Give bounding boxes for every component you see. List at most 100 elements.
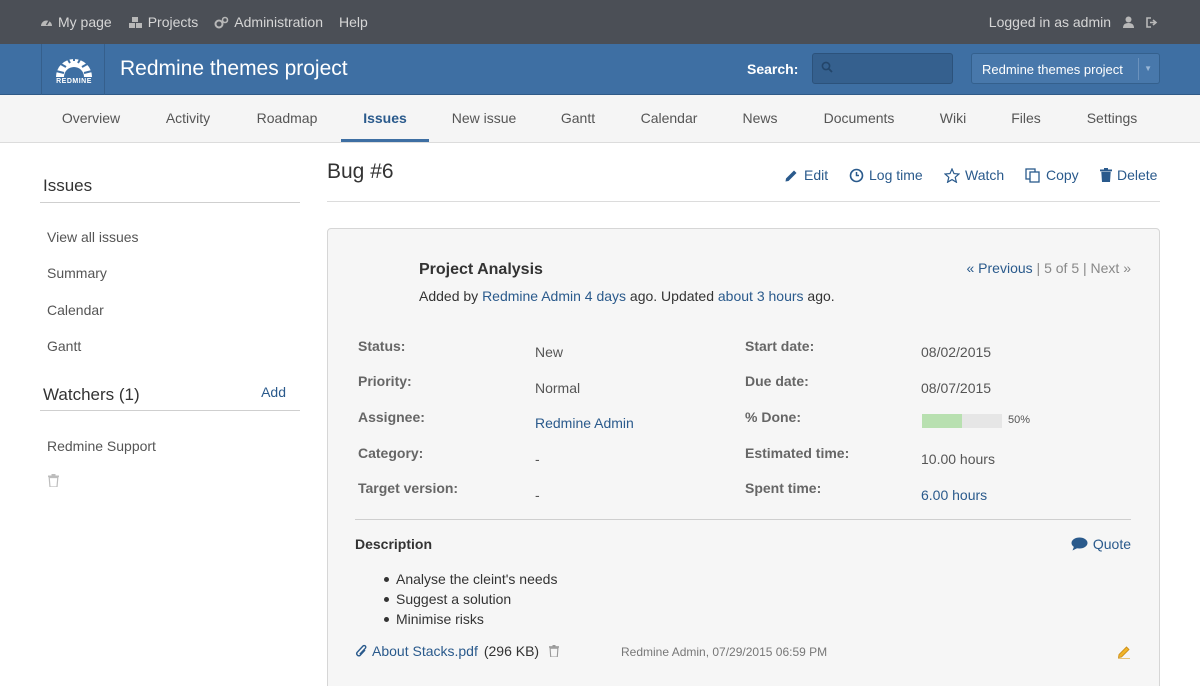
delete-label: Delete: [1117, 167, 1158, 183]
pencil-icon: [785, 170, 797, 181]
tab-roadmap[interactable]: Roadmap: [257, 95, 318, 143]
cubes-icon: [128, 16, 142, 28]
dashboard-icon: [41, 20, 52, 26]
issue-subject: Project Analysis: [419, 261, 543, 278]
assignee-label: Assignee:: [358, 409, 425, 425]
watch-button[interactable]: Watch: [944, 166, 1004, 184]
due-date-label: Due date:: [745, 373, 809, 389]
progress-fill: [922, 414, 962, 428]
sidebar-issues-heading: Issues: [43, 176, 93, 195]
search-input[interactable]: [839, 56, 949, 81]
sidebar-link-summary[interactable]: Summary: [47, 265, 107, 281]
paperclip-icon: [356, 644, 367, 656]
category-label: Category:: [358, 445, 424, 461]
previous-issue-link[interactable]: « Previous: [967, 260, 1033, 276]
updated-text: ago. Updated: [629, 288, 714, 304]
top-menu-my-page[interactable]: My page: [40, 14, 112, 30]
priority-value: Normal: [535, 380, 581, 396]
quote-label: Quote: [1092, 536, 1131, 552]
gears-icon: [214, 16, 229, 28]
due-date-value: 08/07/2015: [921, 380, 992, 396]
sidebar-link-gantt[interactable]: Gantt: [47, 338, 81, 354]
copy-button[interactable]: Copy: [1025, 166, 1079, 184]
attributes-divider: [355, 519, 1131, 520]
nav-separator: |: [1036, 260, 1041, 276]
copy-icon: [1025, 167, 1040, 183]
project-jump-select[interactable]: Redmine themes project ▼: [971, 53, 1160, 84]
start-date-value: 08/02/2015: [921, 344, 992, 360]
tab-documents[interactable]: Documents: [824, 95, 895, 143]
redmine-logo[interactable]: REDMINE: [41, 44, 105, 95]
tab-files[interactable]: Files: [1011, 95, 1041, 143]
logo-text: REDMINE: [56, 78, 92, 85]
log-time-label: Log time: [869, 167, 923, 183]
issue-title: Bug #6: [327, 160, 394, 183]
trash-icon[interactable]: [549, 645, 560, 657]
header: REDMINE Redmine themes project Search: R…: [0, 44, 1200, 95]
list-item: Suggest a solution: [381, 589, 557, 609]
attachment-filename-link[interactable]: About Stacks.pdf: [372, 643, 478, 659]
project-jump-label: Redmine themes project: [982, 62, 1123, 77]
estimated-time-value: 10.00 hours: [921, 451, 995, 467]
tab-new-issue[interactable]: New issue: [452, 95, 517, 143]
sidebar-divider: [40, 410, 300, 411]
tab-overview[interactable]: Overview: [62, 95, 120, 143]
pencil-icon[interactable]: [1117, 645, 1131, 659]
project-jump-separator: [1138, 58, 1139, 80]
edit-button[interactable]: Edit: [784, 166, 828, 184]
tab-calendar[interactable]: Calendar: [641, 95, 698, 143]
top-menu-projects[interactable]: Projects: [128, 14, 198, 30]
sidebar-watchers-heading: Watchers (1): [43, 385, 140, 404]
main-menu: Overview Activity Roadmap Issues New iss…: [0, 95, 1200, 143]
created-ago-link[interactable]: 4 days: [585, 288, 626, 304]
description-heading: Description: [355, 536, 433, 552]
tab-gantt[interactable]: Gantt: [561, 95, 595, 143]
issue-position: 5 of 5: [1044, 260, 1080, 276]
top-menu-administration-label: Administration: [234, 14, 323, 30]
sign-out-icon[interactable]: [1146, 16, 1158, 28]
sidebar-link-calendar[interactable]: Calendar: [47, 302, 104, 318]
log-time-button[interactable]: Log time: [849, 166, 923, 184]
sidebar-link-view-all-issues[interactable]: View all issues: [47, 229, 139, 245]
search-box[interactable]: [812, 53, 953, 84]
top-menu-administration[interactable]: Administration: [214, 14, 323, 30]
done-ratio-label: % Done:: [745, 409, 801, 425]
comment-icon: [1071, 537, 1088, 551]
search-label: Search:: [747, 61, 799, 77]
updated-ago-link[interactable]: about 3 hours: [718, 288, 804, 304]
tab-settings[interactable]: Settings: [1087, 95, 1138, 143]
chevron-down-icon: ▼: [1144, 64, 1152, 73]
next-issue-label: Next »: [1090, 260, 1131, 276]
top-menu-help[interactable]: Help: [339, 14, 368, 30]
spent-time-link[interactable]: 6.00 hours: [921, 487, 987, 503]
watcher-redmine-support[interactable]: Redmine Support: [47, 438, 156, 454]
list-item: Minimise risks: [381, 609, 557, 629]
attachment-row: About Stacks.pdf (296 KB): [355, 643, 560, 659]
selected-tab-indicator: [341, 139, 429, 142]
delete-button[interactable]: Delete: [1100, 166, 1157, 184]
author-line: Added by Redmine Admin 4 days ago. Updat…: [419, 288, 835, 304]
assignee-link[interactable]: Redmine Admin: [535, 415, 634, 431]
trash-icon: [1100, 168, 1112, 182]
author-link[interactable]: Redmine Admin: [482, 288, 581, 304]
tab-wiki[interactable]: Wiki: [940, 95, 966, 143]
done-ratio-value: 50%: [1008, 414, 1031, 426]
category-value: -: [535, 451, 540, 467]
attachment-meta: Redmine Admin, 07/29/2015 06:59 PM: [621, 645, 828, 659]
logged-in-as: Logged in as admin: [988, 14, 1111, 30]
search-icon: [821, 61, 833, 73]
tab-news[interactable]: News: [742, 95, 777, 143]
add-watcher-link[interactable]: Add: [261, 384, 286, 400]
description-list: Analyse the cleint's needs Suggest a sol…: [381, 569, 557, 629]
quote-button[interactable]: Quote: [1071, 536, 1131, 552]
edit-label: Edit: [804, 167, 829, 183]
trash-icon[interactable]: [48, 474, 59, 487]
tab-issues[interactable]: Issues: [363, 95, 407, 143]
clock-icon: [849, 168, 864, 182]
target-version-value: -: [535, 487, 540, 503]
ago-suffix: ago.: [807, 288, 835, 304]
sidebar-divider: [40, 202, 300, 203]
tab-activity[interactable]: Activity: [166, 95, 210, 143]
project-title: Redmine themes project: [120, 57, 348, 80]
user-icon[interactable]: [1123, 16, 1134, 28]
